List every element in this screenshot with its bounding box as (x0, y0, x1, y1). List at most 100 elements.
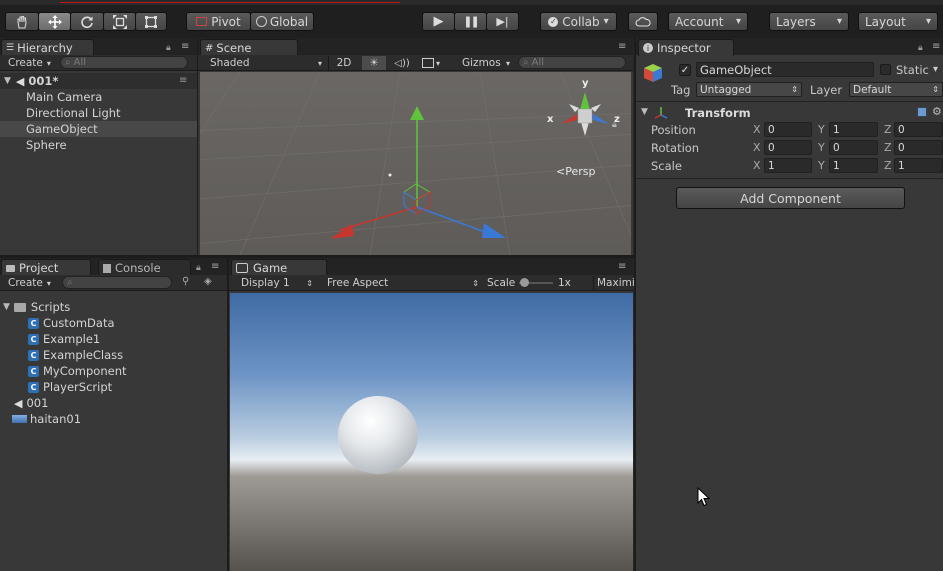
play-button[interactable]: ▶ (422, 12, 455, 31)
gizmo-lock-icon[interactable]: 🔒︎ (612, 120, 617, 130)
rotation-z-input[interactable]: 0 (894, 140, 943, 155)
project-script-item[interactable]: C PlayerScript (28, 379, 112, 395)
project-terrain-asset[interactable]: haitan01 (12, 411, 81, 427)
search-placeholder: All (73, 57, 87, 68)
pivot-toggle-button[interactable]: Pivot (186, 12, 251, 31)
tab-project[interactable]: Project (1, 259, 91, 276)
tag-dropdown[interactable]: Untagged ⇕ (696, 82, 802, 97)
pause-button[interactable]: ❚❚ (454, 12, 487, 31)
splitter-vertical[interactable] (227, 258, 229, 571)
tab-console[interactable]: Console (98, 259, 191, 276)
static-chevron-down-icon[interactable]: ▾ (933, 64, 938, 75)
tab-inspector[interactable]: i Inspector (638, 39, 734, 56)
layer-dropdown[interactable]: Default ⇕ (849, 82, 943, 97)
scene-menu-icon[interactable]: ≡ (179, 75, 187, 86)
filter-by-label-icon[interactable]: ◈ (204, 276, 212, 287)
2d-toggle[interactable]: 2D (328, 56, 359, 70)
project-script-item[interactable]: C Example1 (28, 331, 100, 347)
project-script-item[interactable]: C ExampleClass (28, 347, 123, 363)
step-button[interactable]: ▶| (486, 12, 519, 31)
hand-tool-button[interactable] (5, 12, 39, 31)
hierarchy-item-selected[interactable]: GameObject (0, 121, 223, 137)
splitter-vertical[interactable] (197, 38, 198, 255)
rotation-x-input[interactable]: 0 (764, 140, 812, 155)
hierarchy-create-dropdown[interactable]: Create ▾ (8, 56, 51, 70)
hierarchy-item-label: GameObject (26, 122, 98, 136)
global-toggle-button[interactable]: Global (250, 12, 314, 31)
add-component-button[interactable]: Add Component (676, 187, 905, 209)
scene-viewport[interactable]: y x z <Persp 🔒︎ (200, 72, 631, 255)
move-tool-button[interactable] (38, 12, 71, 31)
object-name-input[interactable]: GameObject (696, 62, 874, 77)
position-x-input[interactable]: 0 (764, 122, 812, 137)
panel-menu-icon[interactable]: ≡ (618, 261, 626, 272)
project-scene-asset[interactable]: ◀ 001 (14, 395, 48, 411)
rotation-y-input[interactable]: 0 (829, 140, 878, 155)
axis-x-label: X (753, 123, 761, 136)
effects-dropdown[interactable]: ▾ (418, 56, 444, 70)
console-tab-label: Console (115, 261, 161, 275)
layout-label: Layout (865, 14, 906, 29)
main-toolbar: Pivot Global ▶ ❚❚ ▶| ✓ Collab ▾ Account … (0, 0, 943, 40)
panel-menu-icon[interactable]: ≡ (181, 41, 189, 52)
scale-y-input[interactable]: 1 (829, 158, 878, 173)
scene-search-input[interactable]: ⌕ All (518, 56, 626, 69)
project-script-item[interactable]: C CustomData (28, 315, 115, 331)
persp-label-button[interactable]: <Persp (556, 165, 595, 178)
active-checkbox[interactable]: ✓ (679, 64, 691, 76)
list-icon: ☰ (6, 43, 15, 53)
scale-tool-button[interactable] (103, 12, 136, 31)
splitter-horizontal[interactable] (0, 255, 634, 258)
splitter-vertical[interactable] (634, 38, 636, 571)
layers-dropdown[interactable]: Layers ▾ (769, 12, 849, 31)
panel-menu-icon[interactable]: ≡ (211, 261, 219, 272)
maximize-on-play-toggle[interactable]: Maximi (593, 276, 635, 290)
scene-root-row[interactable]: ▼ ◀ 001* (0, 73, 197, 89)
shading-mode-dropdown[interactable]: Shaded ▾ (210, 56, 322, 70)
cloud-button[interactable] (628, 12, 658, 31)
updown-icon: ⇕ (932, 85, 939, 94)
collab-dropdown[interactable]: ✓ Collab ▾ (540, 12, 617, 31)
position-z-input[interactable]: 0 (894, 122, 943, 137)
scale-x-input[interactable]: 1 (764, 158, 812, 173)
game-viewport[interactable] (230, 293, 633, 571)
gear-icon[interactable]: ⚙ (932, 105, 942, 118)
lock-icon[interactable]: 🔒︎ (196, 263, 201, 273)
script-label: ExampleClass (43, 348, 124, 362)
scale-slider-thumb[interactable] (520, 278, 529, 287)
hierarchy-search-input[interactable]: ⌕ All (60, 56, 188, 69)
scale-z-input[interactable]: 1 (894, 158, 943, 173)
hierarchy-item[interactable]: Main Camera (0, 89, 223, 105)
lock-icon[interactable]: 🔒︎ (918, 43, 923, 53)
tab-scene[interactable]: # Scene (200, 39, 298, 56)
account-dropdown[interactable]: Account ▾ (668, 12, 748, 31)
tab-game[interactable]: Game (231, 259, 327, 276)
gamepad-icon (236, 263, 248, 273)
transform-header[interactable]: ▼ Transform ⚙ (636, 104, 943, 122)
lighting-toggle[interactable]: ☀ (362, 56, 386, 70)
position-y-input[interactable]: 1 (829, 122, 878, 137)
hierarchy-item[interactable]: Sphere (0, 137, 223, 153)
rotate-tool-button[interactable] (70, 12, 104, 31)
gizmos-dropdown[interactable]: Gizmos ▾ (462, 56, 510, 70)
project-script-item[interactable]: C MyComponent (28, 363, 127, 379)
project-search-input[interactable]: ⌕ (62, 276, 172, 289)
hierarchy-item[interactable]: Directional Light (0, 105, 223, 121)
tab-hierarchy[interactable]: ☰ Hierarchy (1, 39, 94, 56)
scale-x-value: 1 (768, 159, 775, 172)
help-book-icon[interactable] (917, 107, 927, 117)
display-dropdown[interactable]: Display 1 ⇕ (241, 276, 313, 290)
orientation-gizmo[interactable]: y x z (545, 78, 625, 153)
aspect-dropdown[interactable]: Free Aspect ⇕ (327, 276, 479, 290)
filter-by-type-icon[interactable]: ⚲ (182, 276, 189, 287)
project-create-dropdown[interactable]: Create ▾ (8, 276, 51, 290)
audio-toggle[interactable]: ◁)) (390, 56, 414, 70)
lock-icon[interactable]: 🔒︎ (166, 43, 171, 53)
project-folder-scripts[interactable]: ▼ Scripts (0, 299, 227, 315)
rect-tool-button[interactable] (135, 12, 167, 31)
static-checkbox[interactable] (880, 64, 891, 75)
panel-menu-icon[interactable]: ≡ (932, 41, 940, 52)
panel-menu-icon[interactable]: ≡ (618, 41, 626, 52)
layout-dropdown[interactable]: Layout ▾ (858, 12, 938, 31)
project-subbar: Create ▾ ⌕ ⚲ ◈ (0, 275, 227, 291)
